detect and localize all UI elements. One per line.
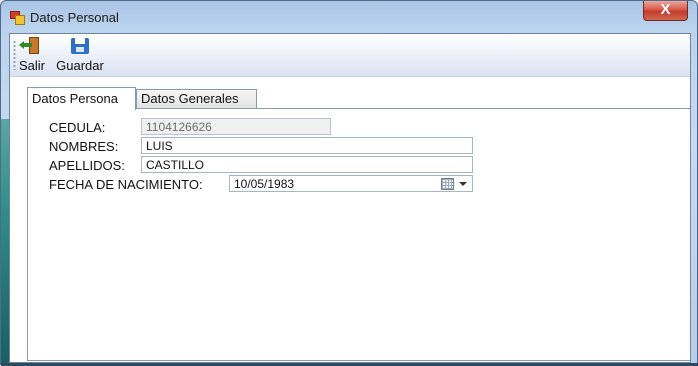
nombres-field[interactable] — [141, 137, 473, 154]
cedula-field[interactable] — [141, 118, 331, 135]
fecha-nacimiento-value: 10/05/1983 — [234, 177, 295, 191]
title-bar[interactable]: Datos Personal X — [1, 1, 697, 33]
app-form-icon — [10, 11, 25, 25]
window-frame: Datos Personal X Salir Guardar Datos Per… — [0, 0, 698, 366]
chevron-down-icon[interactable] — [459, 182, 467, 186]
desktop-background-edge — [1, 119, 9, 366]
apellidos-label: APELLIDOS: — [49, 158, 125, 173]
tab-panel-datos-persona: CEDULA: NOMBRES: APELLIDOS: FECHA DE NAC… — [27, 108, 690, 361]
window-title: Datos Personal — [30, 10, 119, 25]
fecha-nacimiento-label: FECHA DE NACIMIENTO: — [49, 177, 203, 192]
close-button[interactable]: X — [643, 1, 688, 21]
exit-door-icon — [19, 36, 42, 56]
client-area: Salir Guardar Datos Persona Datos Genera… — [9, 33, 691, 363]
guardar-button[interactable]: Guardar — [51, 36, 109, 74]
calendar-icon[interactable] — [441, 178, 454, 190]
nombres-label: NOMBRES: — [49, 139, 119, 154]
cedula-label: CEDULA: — [49, 120, 106, 135]
salir-button[interactable]: Salir — [15, 36, 49, 74]
fecha-nacimiento-picker[interactable]: 10/05/1983 — [229, 175, 473, 192]
toolbar: Salir Guardar — [10, 34, 690, 77]
tab-datos-persona[interactable]: Datos Persona — [27, 87, 136, 110]
apellidos-field[interactable] — [141, 156, 473, 173]
floppy-save-icon — [71, 36, 89, 56]
salir-label: Salir — [18, 58, 45, 73]
tab-datos-generales[interactable]: Datos Generales — [136, 89, 257, 109]
guardar-label: Guardar — [56, 58, 104, 73]
